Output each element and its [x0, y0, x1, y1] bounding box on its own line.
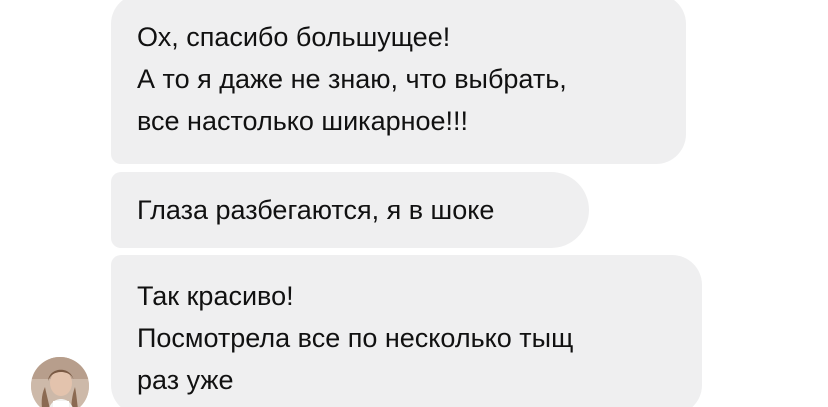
message-bubble[interactable]: Глаза разбегаются, я в шоке: [111, 172, 589, 248]
message-bubble[interactable]: Ох, спасибо большущее! А то я даже не зн…: [111, 0, 686, 164]
message-line: Посмотрела все по несколько тыщ: [137, 323, 574, 353]
sender-avatar[interactable]: [31, 357, 89, 407]
message-line: раз уже: [137, 365, 234, 395]
message-line: Ох, спасибо большущее!: [137, 22, 451, 52]
message-line: Глаза разбегаются, я в шоке: [137, 195, 495, 225]
user-avatar-photo-icon: [31, 357, 89, 407]
chat-thread: Ох, спасибо большущее! А то я даже не зн…: [0, 0, 828, 407]
message-line: А то я даже не знаю, что выбрать,: [137, 64, 567, 94]
message-line: все настолько шикарное!!!: [137, 106, 469, 136]
message-bubble[interactable]: Так красиво! Посмотрела все по несколько…: [111, 255, 702, 407]
message-line: Так красиво!: [137, 281, 294, 311]
